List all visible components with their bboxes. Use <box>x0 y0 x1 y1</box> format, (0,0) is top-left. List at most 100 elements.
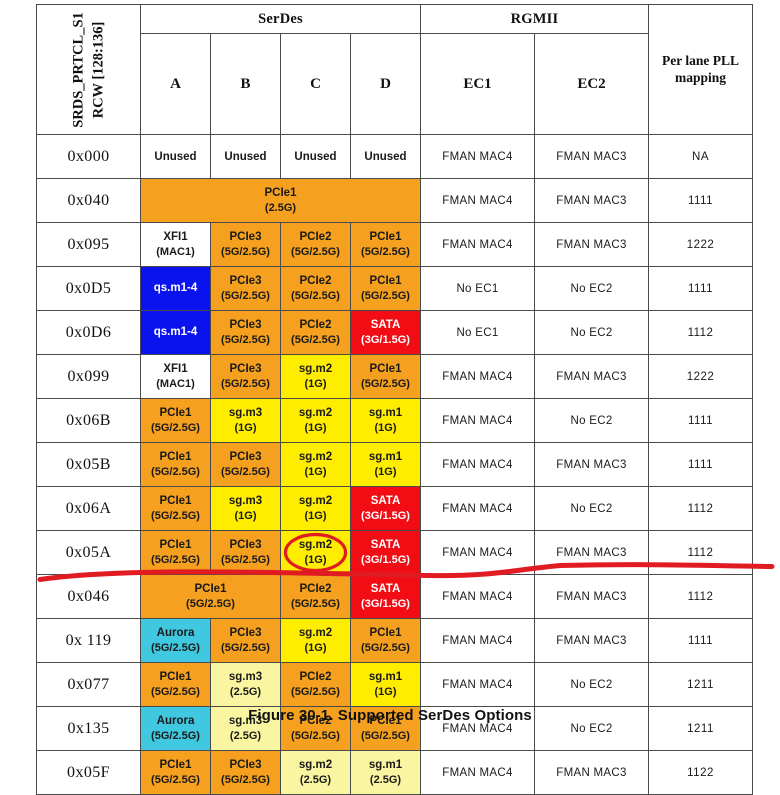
ec2-value: No EC2 <box>533 398 650 443</box>
lane-protocol: sg.m1 <box>368 406 403 419</box>
ec2-value: No EC2 <box>533 266 650 311</box>
header-rcw-field: SRDS_PRTCL_S1 RCW [128:136] <box>36 4 141 135</box>
lane-cell: sg.m2 (1G) <box>280 618 351 663</box>
table-row: 0x046 PCIe1 (5G/2.5G) PCIe2 (5G/2.5G) SATA (3G… <box>36 574 754 619</box>
ec2-value: FMAN MAC3 <box>533 178 650 223</box>
row-code: 0x040 <box>36 178 141 223</box>
lane-protocol: Unused <box>364 150 407 163</box>
lane-cell: sg.m3 (1G) <box>210 398 281 443</box>
lane-cell: PCIe1 (5G/2.5G) <box>140 486 211 531</box>
lane-protocol: sg.m3 <box>228 494 263 507</box>
lane-protocol: PCIe2 <box>299 318 332 331</box>
header-lane-a: A <box>140 33 211 135</box>
lane-cell: SATA (3G/1.5G) <box>350 310 421 355</box>
ec2-value: FMAN MAC3 <box>533 222 650 267</box>
lane-protocol: PCIe3 <box>229 230 262 243</box>
table-row: 0x05F PCIe1 (5G/2.5G) PCIe3 (5G/2.5G) sg.m2 (2… <box>36 750 754 795</box>
lane-rate: (3G/1.5G) <box>361 509 410 522</box>
lane-protocol: SATA <box>370 318 401 331</box>
lane-protocol: PCIe1 <box>369 274 402 287</box>
lane-rate: (2.5G) <box>229 685 262 698</box>
row-code: 0x06B <box>36 398 141 443</box>
row-code: 0x05A <box>36 530 141 575</box>
lane-cell: XFI1 (MAC1) <box>140 354 211 399</box>
lane-rate: (1G) <box>374 465 397 478</box>
ec1-value: FMAN MAC4 <box>420 574 535 619</box>
row-code: 0x0D5 <box>36 266 141 311</box>
lane-cell: PCIe1 (5G/2.5G) <box>140 750 211 795</box>
ec1-value: FMAN MAC4 <box>420 134 535 179</box>
lane-protocol: PCIe3 <box>229 450 262 463</box>
ec2-value: FMAN MAC3 <box>533 134 650 179</box>
lane-rate: (5G/2.5G) <box>291 729 340 742</box>
header-lane-d: D <box>350 33 421 135</box>
ec2-value: FMAN MAC3 <box>533 442 650 487</box>
lane-protocol: SATA <box>370 494 401 507</box>
lane-rate: (1G) <box>234 509 257 522</box>
lane-cell: PCIe2 (5G/2.5G) <box>280 574 351 619</box>
lane-cell: PCIe1 (5G/2.5G) <box>350 354 421 399</box>
lane-cell: PCIe3 (5G/2.5G) <box>210 266 281 311</box>
lane-rate: (5G/2.5G) <box>221 465 270 478</box>
lane-cell: PCIe2 (5G/2.5G) <box>280 266 351 311</box>
ec1-value: FMAN MAC4 <box>420 354 535 399</box>
lane-rate: (2.5G) <box>229 729 262 742</box>
lane-rate: (5G/2.5G) <box>151 553 200 566</box>
lane-protocol: Unused <box>224 150 267 163</box>
lane-protocol: PCIe3 <box>229 362 262 375</box>
header-group-rgmii: RGMII <box>419 4 650 34</box>
header-ec1: EC1 <box>420 33 535 135</box>
lane-rate: (5G/2.5G) <box>151 465 200 478</box>
lane-rate: (1G) <box>304 509 327 522</box>
lane-rate: (5G/2.5G) <box>151 773 200 786</box>
lane-cell: sg.m2 (1G) <box>280 486 351 531</box>
ec1-value: FMAN MAC4 <box>420 222 535 267</box>
lane-protocol: PCIe3 <box>229 318 262 331</box>
row-code: 0x06A <box>36 486 141 531</box>
lane-rate: (1G) <box>374 421 397 434</box>
pll-mapping-value: 1111 <box>648 266 754 311</box>
lane-protocol: PCIe1 <box>194 582 227 595</box>
lane-cell: PCIe1 (5G/2.5G) <box>140 574 281 619</box>
lane-protocol: sg.m2 <box>298 538 333 551</box>
lane-rate: (5G/2.5G) <box>361 729 410 742</box>
table-row: 0x099 XFI1 (MAC1) PCIe3 (5G/2.5G) sg.m2 (1G) PC… <box>36 354 754 399</box>
header-pll-line1: Per lane PLL <box>662 52 740 68</box>
table-row: 0x040 PCIe1 (2.5G) FMAN MAC4 FMAN MAC3 1111 <box>36 178 754 223</box>
figure-container: SRDS_PRTCL_S1 RCW [128:136] SerDes RGMII… <box>0 0 780 795</box>
lane-protocol: PCIe1 <box>159 494 192 507</box>
lane-rate: (1G) <box>304 465 327 478</box>
ec1-value: FMAN MAC4 <box>420 486 535 531</box>
lane-protocol: PCIe1 <box>159 758 192 771</box>
lane-cell: PCIe1 (5G/2.5G) <box>350 222 421 267</box>
row-code: 0x099 <box>36 354 141 399</box>
lane-rate: (5G/2.5G) <box>221 641 270 654</box>
lane-protocol: PCIe2 <box>299 582 332 595</box>
pll-mapping-value: 1211 <box>648 662 754 707</box>
header-group-serdes: SerDes <box>140 4 421 34</box>
lane-rate: (1G) <box>304 421 327 434</box>
row-code: 0x095 <box>36 222 141 267</box>
lane-protocol: PCIe1 <box>264 186 297 199</box>
lane-protocol: sg.m2 <box>298 362 333 375</box>
lane-protocol: PCIe1 <box>369 362 402 375</box>
ec2-value: FMAN MAC3 <box>533 618 650 663</box>
header-ec2: EC2 <box>533 33 650 135</box>
lane-protocol: sg.m2 <box>298 494 333 507</box>
lane-rate: (5G/2.5G) <box>151 729 200 742</box>
header-rcw-line1: SRDS_PRTCL_S1 <box>69 11 86 128</box>
ec1-value: FMAN MAC4 <box>420 750 535 795</box>
lane-rate: (5G/2.5G) <box>221 553 270 566</box>
header-rcw-line2: RCW [128:136] <box>89 21 106 118</box>
lane-cell: sg.m2 (1G) <box>280 398 351 443</box>
pll-mapping-value: 1112 <box>648 574 754 619</box>
table-row: 0x05B PCIe1 (5G/2.5G) PCIe3 (5G/2.5G) sg.m2 (1… <box>36 442 754 487</box>
lane-cell: Unused <box>210 134 281 179</box>
lane-cell: PCIe1 (5G/2.5G) <box>140 442 211 487</box>
lane-protocol: PCIe3 <box>229 274 262 287</box>
lane-cell: Aurora (5G/2.5G) <box>140 618 211 663</box>
ec1-value: FMAN MAC4 <box>420 442 535 487</box>
pll-mapping-value: 1222 <box>648 354 754 399</box>
lane-protocol: sg.m2 <box>298 758 333 771</box>
lane-protocol: sg.m1 <box>368 670 403 683</box>
